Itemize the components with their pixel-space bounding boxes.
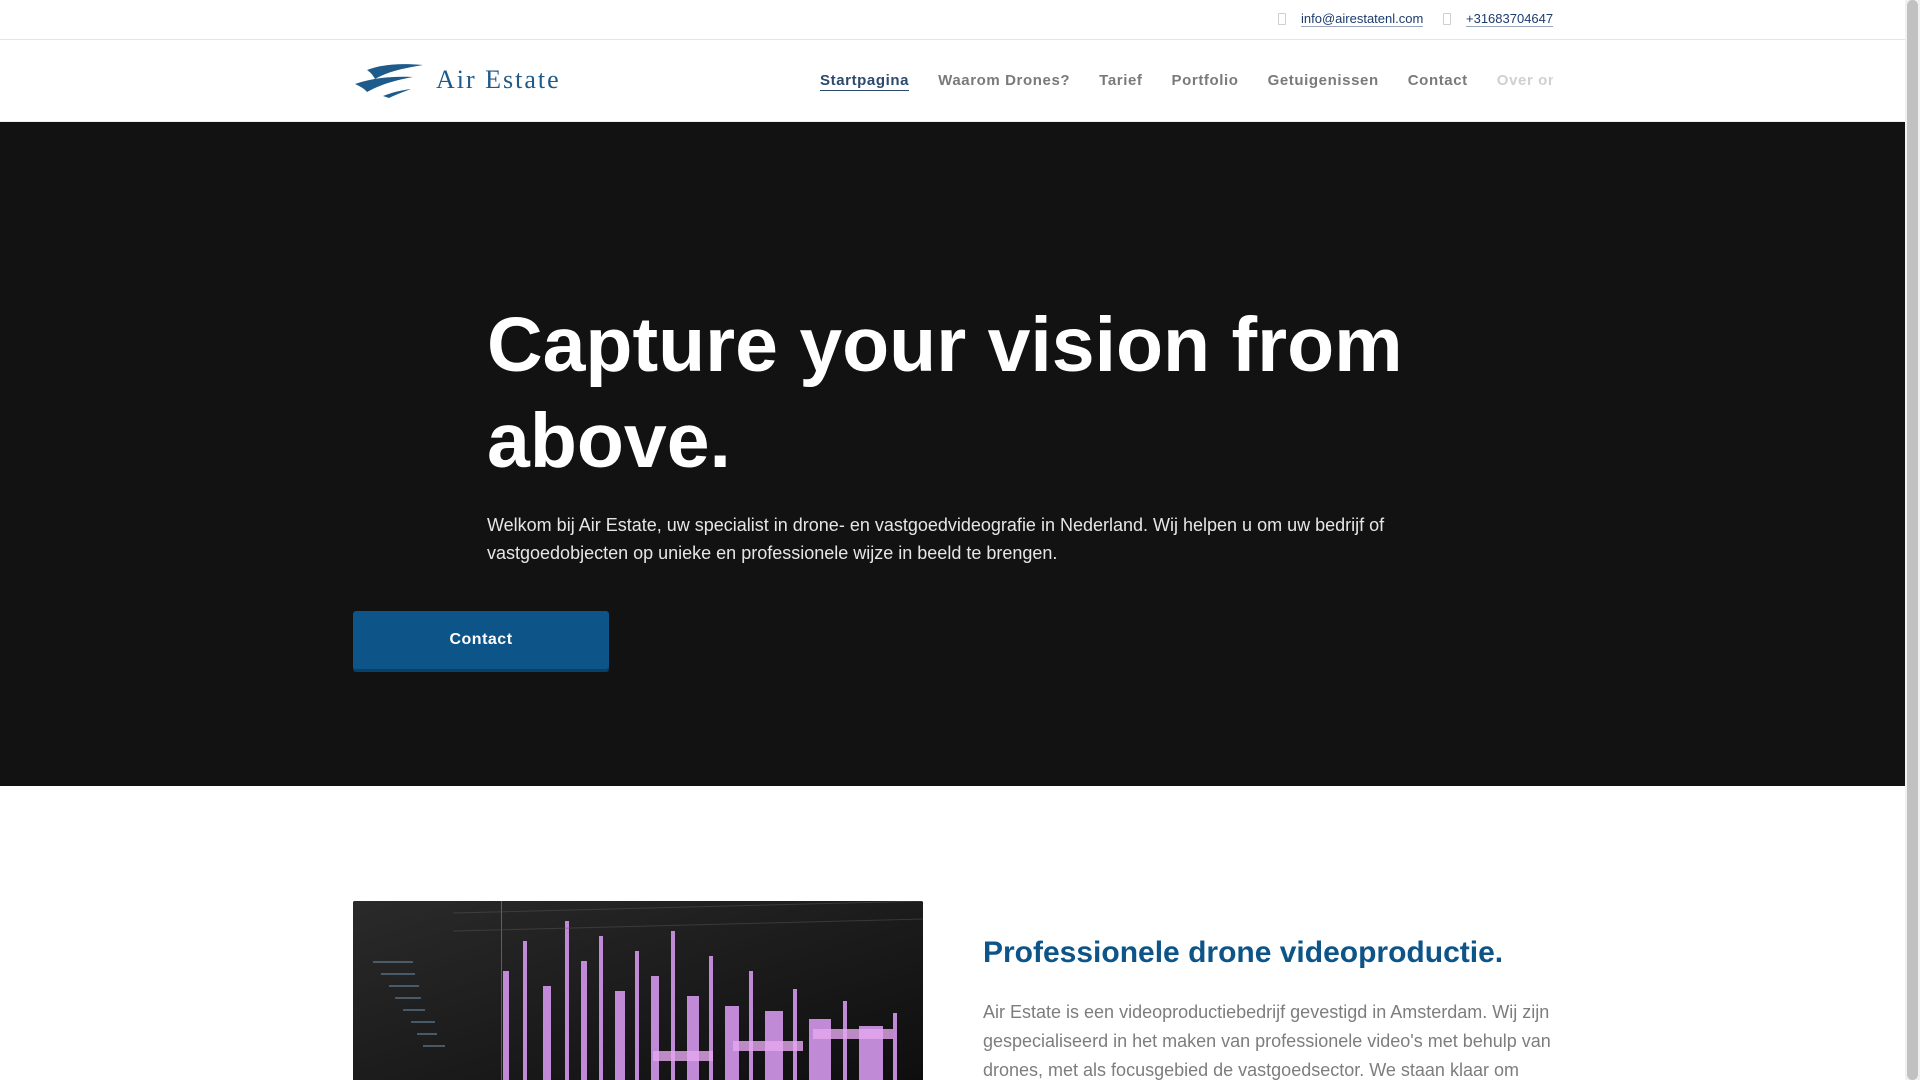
hero-section: Capture your vision from above. Welkom b…	[0, 122, 1905, 786]
nav-item-over-ons[interactable]: Over ons	[1497, 72, 1553, 89]
hero-title: Capture your vision from above.	[487, 302, 1403, 484]
site-header: Air Estate Startpagina Waarom Drones? Tari…	[0, 40, 1905, 122]
page: info@airestatenl.com +31683704647 Air Es…	[0, 0, 1905, 1080]
scrollbar-thumb[interactable]	[1907, 0, 1918, 1080]
video-editing-image	[353, 901, 923, 1080]
phone-link[interactable]: +31683704647	[1466, 11, 1554, 27]
contact-button[interactable]: Contact	[353, 611, 609, 669]
brand-logo[interactable]: Air Estate	[353, 62, 561, 98]
top-contact-bar: info@airestatenl.com +31683704647	[0, 0, 1905, 40]
email-contact: info@airestatenl.com	[1278, 11, 1424, 27]
about-description: Air Estate is een videoproductiebedrijf …	[983, 1002, 1551, 1080]
brand-name: Air Estate	[436, 65, 561, 94]
waves-logo-icon	[355, 64, 423, 98]
timeline-graphic	[353, 901, 923, 1080]
nav-item-waarom-drones[interactable]: Waarom Drones?	[938, 72, 1070, 89]
main-nav: Startpagina Waarom Drones? Tarief Portfolio…	[820, 72, 1553, 100]
nav-item-contact[interactable]: Contact	[1408, 72, 1468, 89]
nav-item-portfolio[interactable]: Portfolio	[1172, 72, 1239, 89]
phone-icon	[1443, 13, 1451, 25]
hero-description: Welkom bij Air Estate, uw specialist in …	[487, 515, 1385, 563]
vertical-scrollbar[interactable]	[1905, 0, 1920, 1080]
nav-item-startpagina[interactable]: Startpagina	[820, 72, 910, 91]
email-icon	[1278, 13, 1286, 25]
nav-item-getuigenissen[interactable]: Getuigenissen	[1268, 72, 1379, 89]
about-title: Professionele drone videoproductie.	[983, 936, 1504, 969]
phone-contact: +31683704647	[1443, 11, 1554, 27]
nav-item-tarief[interactable]: Tarief	[1099, 72, 1142, 89]
email-link[interactable]: info@airestatenl.com	[1301, 11, 1424, 27]
